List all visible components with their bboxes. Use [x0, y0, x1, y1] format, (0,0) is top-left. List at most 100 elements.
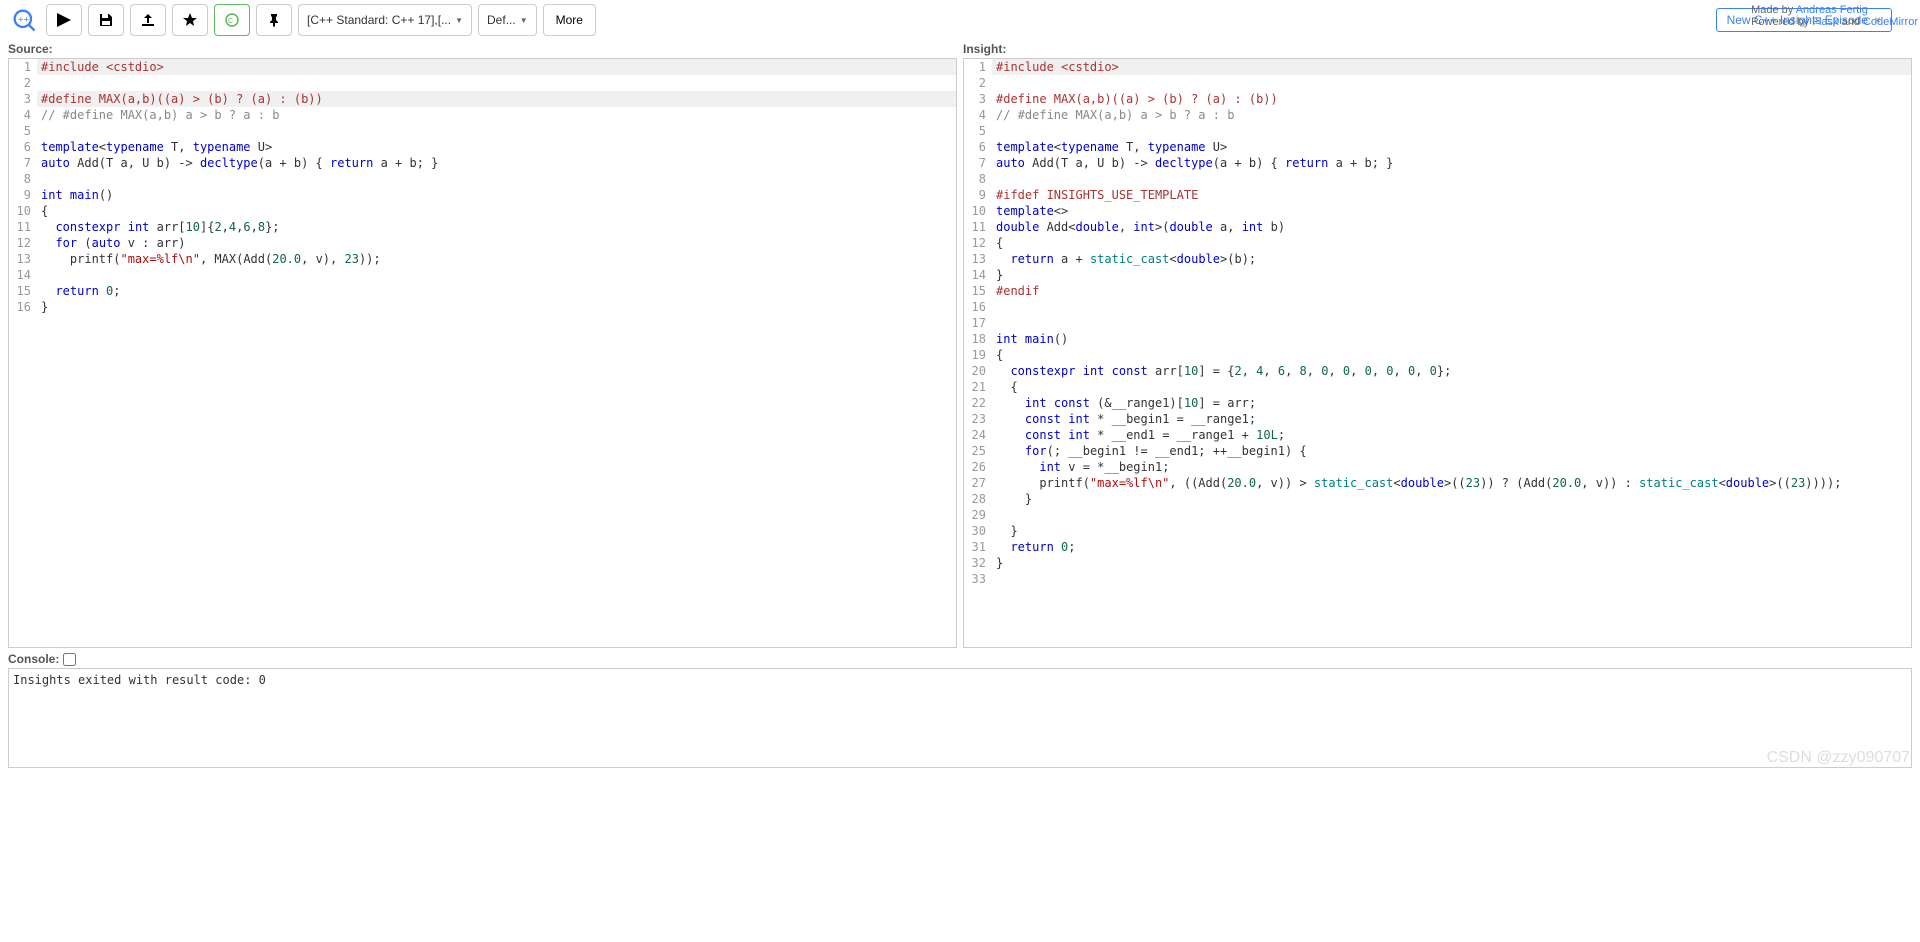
code-line[interactable]: 23 const int * __begin1 = __range1; [964, 411, 1911, 427]
code-line[interactable]: 33 [964, 571, 1911, 587]
line-number: 1 [964, 59, 992, 75]
code-text [992, 315, 1911, 331]
code-line[interactable]: 29 [964, 507, 1911, 523]
source-editor[interactable]: 1#include <cstdio>23#define MAX(a,b)((a)… [8, 58, 957, 648]
save-button[interactable] [88, 4, 124, 36]
code-line[interactable]: 19{ [964, 347, 1911, 363]
flask-link[interactable]: Flask [1812, 16, 1838, 28]
code-line[interactable]: 6template<typename T, typename U> [9, 139, 956, 155]
console-checkbox[interactable] [63, 653, 76, 666]
code-text: printf("max=%lf\n", ((Add(20.0, v)) > st… [992, 475, 1911, 491]
code-line[interactable]: 26 int v = *__begin1; [964, 459, 1911, 475]
code-text: } [992, 267, 1911, 283]
code-line[interactable]: 16 [964, 299, 1911, 315]
code-text: int main() [37, 187, 956, 203]
code-line[interactable]: 30 } [964, 523, 1911, 539]
code-line[interactable]: 9#ifdef INSIGHTS_USE_TEMPLATE [964, 187, 1911, 203]
code-line[interactable]: 8 [9, 171, 956, 187]
code-text: #define MAX(a,b)((a) > (b) ? (a) : (b)) [992, 91, 1911, 107]
codemirror-link[interactable]: CodeMirror [1863, 16, 1918, 28]
code-line[interactable]: 14 [9, 267, 956, 283]
code-line[interactable]: 16} [9, 299, 956, 315]
code-text: template<typename T, typename U> [992, 139, 1911, 155]
run-button[interactable] [46, 4, 82, 36]
insights-button[interactable]: C [214, 4, 250, 36]
code-line[interactable]: 2 [9, 75, 956, 91]
code-line[interactable]: 5 [9, 123, 956, 139]
code-line[interactable]: 15 return 0; [9, 283, 956, 299]
svg-text:C: C [228, 18, 233, 25]
code-line[interactable]: 3#define MAX(a,b)((a) > (b) ? (a) : (b)) [964, 91, 1911, 107]
console-label: Console: [8, 652, 1912, 666]
code-line[interactable]: 20 constexpr int const arr[10] = {2, 4, … [964, 363, 1911, 379]
code-line[interactable]: 32} [964, 555, 1911, 571]
def-select-label: Def... [487, 13, 516, 27]
code-line[interactable]: 4// #define MAX(a,b) a > b ? a : b [964, 107, 1911, 123]
code-line[interactable]: 27 printf("max=%lf\n", ((Add(20.0, v)) >… [964, 475, 1911, 491]
line-number: 1 [9, 59, 37, 75]
code-text [37, 171, 956, 187]
code-line[interactable]: 22 int const (&__range1)[10] = arr; [964, 395, 1911, 411]
line-number: 18 [964, 331, 992, 347]
standard-select[interactable]: [C++ Standard: C++ 17],[...▼ [298, 4, 472, 36]
code-line[interactable]: 18int main() [964, 331, 1911, 347]
code-line[interactable]: 12{ [964, 235, 1911, 251]
code-line[interactable]: 4// #define MAX(a,b) a > b ? a : b [9, 107, 956, 123]
code-line[interactable]: 15#endif [964, 283, 1911, 299]
code-text: int main() [992, 331, 1911, 347]
code-line[interactable]: 21 { [964, 379, 1911, 395]
line-number: 4 [9, 107, 37, 123]
line-number: 3 [964, 91, 992, 107]
code-line[interactable]: 24 const int * __end1 = __range1 + 10L; [964, 427, 1911, 443]
code-line[interactable]: 25 for(; __begin1 != __end1; ++__begin1)… [964, 443, 1911, 459]
code-line[interactable]: 8 [964, 171, 1911, 187]
def-select[interactable]: Def...▼ [478, 4, 537, 36]
code-text: printf("max=%lf\n", MAX(Add(20.0, v), 23… [37, 251, 956, 267]
code-line[interactable]: 14} [964, 267, 1911, 283]
code-text: return 0; [37, 283, 956, 299]
code-text: // #define MAX(a,b) a > b ? a : b [992, 107, 1911, 123]
author-link[interactable]: Andreas Fertig [1796, 4, 1868, 16]
code-text: #ifdef INSIGHTS_USE_TEMPLATE [992, 187, 1911, 203]
insight-editor[interactable]: 1#include <cstdio>23#define MAX(a,b)((a)… [963, 58, 1912, 648]
code-line[interactable]: 7auto Add(T a, U b) -> decltype(a + b) {… [9, 155, 956, 171]
code-line[interactable]: 11double Add<double, int>(double a, int … [964, 219, 1911, 235]
line-number: 4 [964, 107, 992, 123]
code-text: const int * __begin1 = __range1; [992, 411, 1911, 427]
line-number: 8 [9, 171, 37, 187]
source-pane: Source: 1#include <cstdio>23#define MAX(… [8, 40, 957, 648]
code-line[interactable]: 7auto Add(T a, U b) -> decltype(a + b) {… [964, 155, 1911, 171]
line-number: 24 [964, 427, 992, 443]
code-line[interactable]: 13 printf("max=%lf\n", MAX(Add(20.0, v),… [9, 251, 956, 267]
code-line[interactable]: 9int main() [9, 187, 956, 203]
code-line[interactable]: 10template<> [964, 203, 1911, 219]
code-line[interactable]: 3#define MAX(a,b)((a) > (b) ? (a) : (b)) [9, 91, 956, 107]
code-line[interactable]: 2 [964, 75, 1911, 91]
code-text: } [992, 523, 1911, 539]
source-label: Source: [8, 40, 957, 58]
star-button[interactable] [172, 4, 208, 36]
line-number: 25 [964, 443, 992, 459]
code-line[interactable]: 17 [964, 315, 1911, 331]
console-output[interactable]: Insights exited with result code: 0 [8, 668, 1912, 768]
code-line[interactable]: 11 constexpr int arr[10]{2,4,6,8}; [9, 219, 956, 235]
line-number: 16 [9, 299, 37, 315]
code-line[interactable]: 28 } [964, 491, 1911, 507]
line-number: 14 [9, 267, 37, 283]
more-button[interactable]: More [543, 4, 596, 36]
code-line[interactable]: 1#include <cstdio> [9, 59, 956, 75]
pin-button[interactable] [256, 4, 292, 36]
code-line[interactable]: 5 [964, 123, 1911, 139]
code-line[interactable]: 12 for (auto v : arr) [9, 235, 956, 251]
code-line[interactable]: 1#include <cstdio> [964, 59, 1911, 75]
code-text: int const (&__range1)[10] = arr; [992, 395, 1911, 411]
code-line[interactable]: 13 return a + static_cast<double>(b); [964, 251, 1911, 267]
code-text: return a + static_cast<double>(b); [992, 251, 1911, 267]
code-line[interactable]: 31 return 0; [964, 539, 1911, 555]
code-text: } [37, 299, 956, 315]
upload-button[interactable] [130, 4, 166, 36]
code-text [37, 123, 956, 139]
code-line[interactable]: 6template<typename T, typename U> [964, 139, 1911, 155]
code-line[interactable]: 10{ [9, 203, 956, 219]
line-number: 12 [9, 235, 37, 251]
